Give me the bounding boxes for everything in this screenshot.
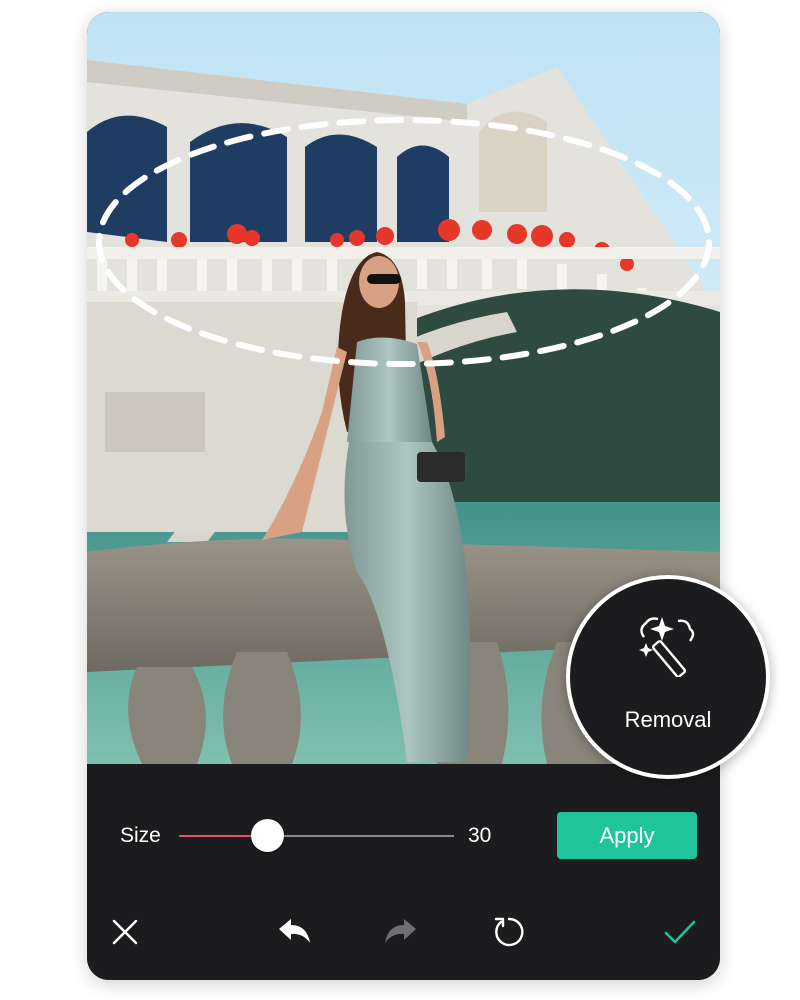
reset-button[interactable]	[489, 912, 529, 952]
removal-tool-badge[interactable]: Removal	[566, 575, 770, 779]
brush-settings-panel: Size 30 Apply	[87, 764, 720, 980]
confirm-button[interactable]	[660, 912, 700, 952]
editor-card: Size 30 Apply	[87, 12, 720, 980]
size-value: 30	[468, 824, 492, 847]
magic-wand-icon	[639, 617, 695, 677]
size-slider[interactable]	[179, 819, 454, 852]
undo-button[interactable]	[275, 912, 315, 952]
removal-label: Removal	[624, 707, 712, 732]
size-slider-thumb[interactable]	[251, 819, 284, 852]
undo-icon	[279, 919, 310, 943]
size-label: Size	[120, 824, 161, 847]
close-icon	[112, 919, 138, 945]
close-button[interactable]	[105, 912, 145, 952]
reset-icon	[494, 917, 524, 947]
confirm-icon	[664, 920, 696, 944]
redo-button[interactable]	[380, 912, 420, 952]
redo-icon	[385, 919, 416, 943]
apply-button[interactable]: Apply	[557, 812, 697, 859]
